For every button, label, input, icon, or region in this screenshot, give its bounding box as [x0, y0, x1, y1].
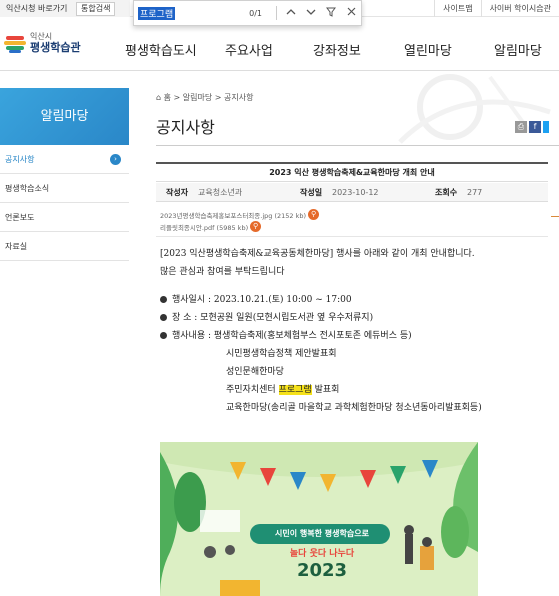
event-sub-4: 교육한마당(송리골 마을학교 과학체험한마당 청소년동아리발표회등) — [226, 403, 482, 413]
event-date-line: 행사일시 : 2023.10.21.(토) 10:00 ~ 17:00 — [160, 292, 352, 305]
event-date-text: 행사일시 : 2023.10.21.(토) 10:00 ~ 17:00 — [172, 295, 352, 305]
city-hall-link[interactable]: 익산시청 바로가기 — [0, 0, 73, 17]
title-divider — [156, 145, 559, 146]
home-icon[interactable]: ⌂ — [156, 93, 161, 102]
poster-tagline: 놀다 웃다 나누다 — [289, 549, 355, 559]
share-buttons: ⎙ f — [515, 121, 549, 133]
views-label: 조회수 — [435, 188, 458, 197]
find-divider — [276, 6, 277, 20]
bullet-icon — [160, 314, 167, 321]
find-previous-button[interactable] — [281, 8, 301, 19]
utility-right: 사이트맵 사이버 학이시습관 — [434, 0, 559, 17]
nav-item-course-info[interactable]: 강좌정보 — [313, 40, 361, 59]
festival-poster: 시민이 행복한 평생학습으로 놀다 웃다 나누다 2023 — [160, 442, 478, 596]
post-title: 2023 익산 평생학습축제&교육한마당 개최 안내 — [156, 162, 548, 182]
chevron-down-icon — [306, 9, 316, 15]
bullet-icon — [160, 332, 167, 339]
attachment-item[interactable]: 2023년평생학습축제홍보포스터최종.jpg (2152 kb) ⚲ — [160, 209, 320, 220]
nav-item-lifelong-city[interactable]: 평생학습도시 — [125, 40, 197, 59]
sidebar-item-news[interactable]: 평생학습소식 — [0, 174, 129, 203]
event-content-text: 행사내용 : 평생학습축제(홍보체험부스 전시포토존 에듀버스 등) — [172, 331, 412, 341]
sitemap-link[interactable]: 사이트맵 — [434, 0, 480, 17]
utility-left: 익산시청 바로가기 통합검색 — [0, 0, 130, 17]
author-value: 교육청소년과 — [198, 188, 243, 197]
post-meta: 작성자 교육청소년과 작성일 2023-10-12 조회수 277 — [156, 183, 548, 202]
sidebar-menu: 공지사항 › 평생학습소식 언론보도 자료실 — [0, 145, 129, 261]
nav-item-notice-board[interactable]: 알림마당 — [494, 40, 542, 59]
nav-item-main-projects[interactable]: 주요사업 — [225, 40, 273, 59]
page-title: 공지사항 — [156, 118, 215, 137]
sidebar-item-label: 언론보도 — [5, 213, 35, 222]
main-nav: 평생학습도시 주요사업 강좌정보 열린마당 알림마당 — [0, 36, 559, 60]
poster-year: 2023 — [296, 560, 348, 581]
facebook-icon[interactable]: f — [529, 121, 541, 133]
filter-icon — [326, 7, 336, 17]
event-place-text: 장 소 : 모현공원 일원(모현시립도서관 옆 우수저류지) — [172, 313, 374, 323]
preview-icon[interactable]: ⚲ — [250, 221, 262, 232]
date-label: 작성일 — [300, 188, 323, 197]
post-intro-line2: 많은 관심과 참여를 부탁드립니다 — [160, 267, 285, 277]
event-sub-3: 주민자치센터 프로그램 발표회 — [226, 382, 339, 395]
bullet-icon — [160, 296, 167, 303]
find-close-button[interactable] — [341, 7, 361, 19]
event-content-line: 행사내용 : 평생학습축제(홍보체험부스 전시포토존 에듀버스 등) — [160, 328, 412, 341]
header-divider — [0, 70, 559, 71]
attachment-divider — [156, 236, 548, 237]
attachment-item[interactable]: 리플릿최종시안.pdf (5985 kb) ⚲ — [160, 221, 262, 232]
breadcrumb: ⌂ 홈 > 알림마당 > 공지사항 — [156, 92, 253, 103]
find-query: 프로그램 — [138, 6, 176, 20]
sidebar-item-label: 자료실 — [5, 242, 28, 251]
close-icon — [347, 7, 355, 16]
event-sub-3-pre: 주민자치센터 — [226, 385, 276, 395]
search-highlight: 프로그램 — [278, 385, 312, 395]
twitter-icon[interactable] — [543, 121, 549, 133]
chevron-up-icon — [286, 8, 296, 14]
find-match-count: 0/1 — [249, 8, 262, 18]
decorative-graphic — [398, 74, 551, 144]
event-sub-2: 성인문해한마당 — [226, 367, 284, 377]
find-next-button[interactable] — [301, 8, 321, 19]
scroll-marker — [551, 216, 559, 217]
sidebar-item-press[interactable]: 언론보도 — [0, 203, 129, 232]
find-input[interactable]: 프로그램 — [138, 4, 248, 22]
event-place-line: 장 소 : 모현공원 일원(모현시립도서관 옆 우수저류지) — [160, 310, 373, 323]
sidebar-item-archive[interactable]: 자료실 — [0, 232, 129, 261]
chevron-right-icon: › — [110, 154, 121, 165]
attachment-name: 리플릿최종시안.pdf (5985 kb) — [160, 223, 249, 232]
date-value: 2023-10-12 — [332, 188, 379, 197]
sidebar-title: 알림마당 — [0, 88, 129, 145]
sidebar-item-notices[interactable]: 공지사항 › — [0, 145, 129, 174]
cyber-learning-link[interactable]: 사이버 학이시습관 — [480, 0, 559, 17]
preview-icon[interactable]: ⚲ — [308, 209, 320, 220]
poster-banner: 시민이 행복한 평생학습으로 — [275, 529, 369, 538]
author-label: 작성자 — [166, 188, 189, 197]
search-scope-select[interactable]: 통합검색 — [75, 2, 116, 16]
sidebar-item-label: 평생학습소식 — [5, 184, 50, 193]
print-icon[interactable]: ⎙ — [515, 121, 527, 133]
breadcrumb-text: 홈 > 알림마당 > 공지사항 — [163, 93, 254, 102]
sidebar-item-label: 공지사항 — [5, 155, 35, 164]
find-bar: 프로그램 0/1 — [133, 0, 362, 26]
event-sub-1: 시민평생학습정책 제안발표회 — [226, 349, 337, 359]
post-intro-line1: [2023 익산평생학습축제&교육공동체한마당] 행사를 아래와 같이 개최 안… — [160, 249, 475, 259]
nav-item-open-forum[interactable]: 열린마당 — [404, 40, 452, 59]
attachment-name: 2023년평생학습축제홍보포스터최종.jpg (2152 kb) — [160, 211, 307, 220]
find-filter-button[interactable] — [321, 7, 341, 20]
views-value: 277 — [467, 188, 483, 197]
event-sub-3-post: 발표회 — [314, 385, 340, 395]
